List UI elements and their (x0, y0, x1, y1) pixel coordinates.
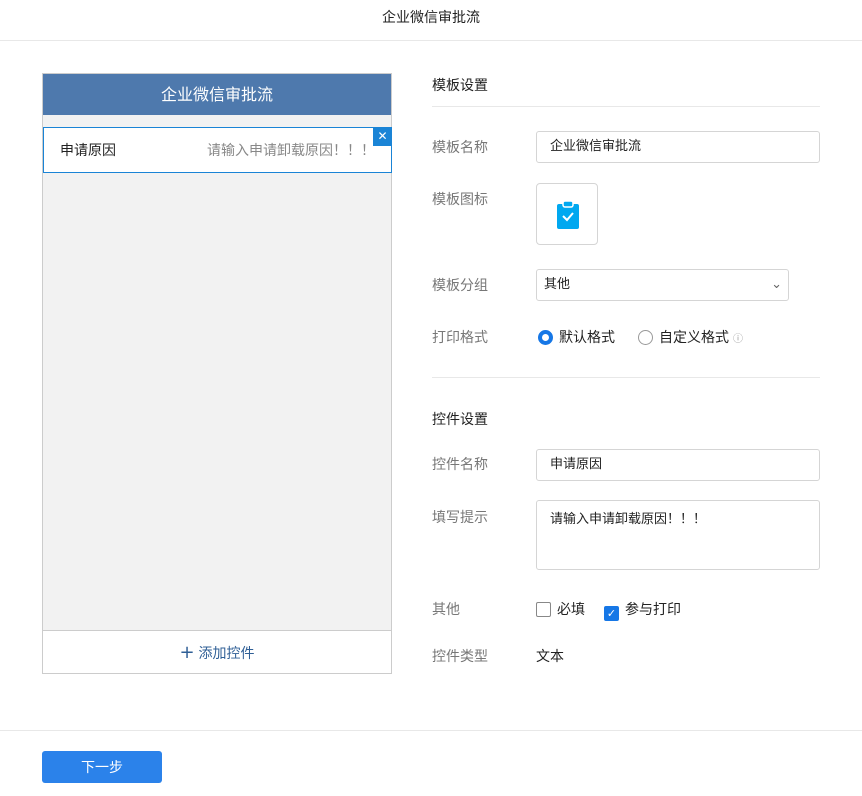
control-type-value: 文本 (536, 649, 564, 665)
template-group-label: 模板分组 (432, 278, 488, 294)
print-checkbox[interactable]: ✓ 参与打印 (604, 599, 681, 621)
control-name-input[interactable]: 申请原因 (536, 449, 820, 481)
print-default-radio[interactable]: 默认格式 (538, 327, 615, 347)
print-default-label: 默认格式 (559, 330, 615, 346)
add-control-label: 添加控件 (198, 646, 255, 662)
footer-divider (0, 730, 862, 731)
print-custom-radio[interactable]: 自定义格式 ⓘ (638, 327, 743, 347)
template-icon-label: 模板图标 (432, 192, 488, 208)
hint-label: 填写提示 (432, 510, 488, 526)
template-name-input[interactable]: 企业微信审批流 (536, 131, 820, 163)
close-icon[interactable]: ✕ (373, 127, 392, 146)
checkbox-checked-icon: ✓ (604, 606, 619, 621)
control-name-label: 控件名称 (432, 457, 488, 473)
template-name-label: 模板名称 (432, 140, 488, 156)
control-type-label: 控件类型 (432, 649, 488, 665)
preview-field-hint: 请输入申请卸载原因！！！ (207, 143, 375, 159)
clipboard-check-icon (557, 200, 579, 229)
preview-field[interactable]: 申请原因 请输入申请卸载原因！！！ ✕ (43, 127, 392, 173)
divider (432, 377, 820, 378)
next-button[interactable]: 下一步 (42, 751, 162, 783)
template-icon-picker[interactable] (536, 183, 598, 245)
preview-title: 企业微信审批流 (43, 74, 391, 115)
page-title: 企业微信审批流 (382, 10, 480, 26)
info-icon[interactable]: ⓘ (733, 334, 743, 345)
template-group-select[interactable]: 其他 ⌄ (536, 269, 789, 301)
print-custom-label: 自定义格式 (659, 330, 729, 346)
radio-checked-icon (538, 330, 553, 345)
print-label: 参与打印 (625, 602, 681, 618)
other-label: 其他 (432, 602, 460, 618)
required-label: 必填 (557, 602, 585, 618)
checkbox-icon (536, 602, 551, 617)
required-checkbox[interactable]: 必填 (536, 599, 585, 619)
radio-icon (638, 330, 653, 345)
add-control-button[interactable]: + 添加控件 (43, 630, 391, 673)
hint-textarea[interactable]: 请输入申请卸载原因！！！ (536, 500, 820, 570)
template-section-title: 模板设置 (432, 78, 488, 94)
phone-preview: 企业微信审批流 申请原因 请输入申请卸载原因！！！ ✕ + 添加控件 (42, 73, 392, 674)
control-section-title: 控件设置 (432, 412, 488, 428)
print-format-label: 打印格式 (432, 330, 488, 346)
preview-field-label: 申请原因 (60, 143, 116, 159)
top-bar: 企业微信审批流 (0, 0, 862, 41)
chevron-down-icon: ⌄ (771, 277, 782, 292)
plus-icon: + (179, 642, 195, 663)
group-value: 其他 (544, 277, 571, 292)
divider (432, 106, 820, 107)
